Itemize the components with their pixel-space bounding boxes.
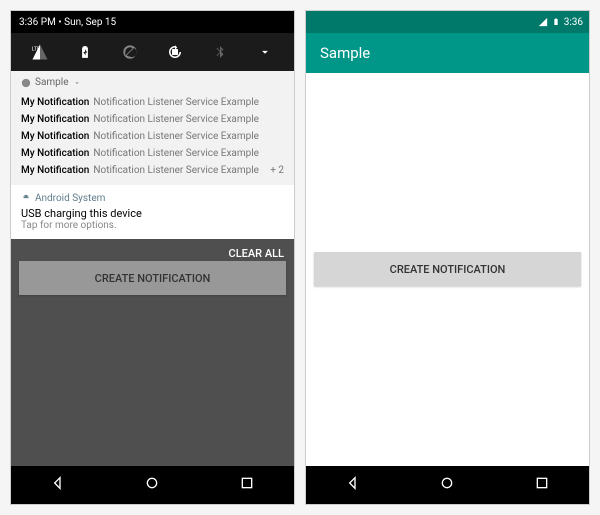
clear-all-button[interactable]: CLEAR ALL [229, 247, 284, 260]
back-icon[interactable] [345, 475, 361, 495]
status-time-right: 3:36 [564, 17, 583, 28]
rotate-icon[interactable] [161, 43, 189, 61]
notif-group-header[interactable]: Sample [11, 71, 294, 94]
nav-bar-left [11, 466, 294, 504]
chevron-down-icon [73, 79, 81, 87]
notif-body: Notification Listener Service Example [93, 165, 259, 176]
chevron-down-icon[interactable] [251, 45, 279, 59]
create-notification-button[interactable]: CREATE NOTIFICATION [314, 252, 581, 286]
home-icon[interactable] [144, 475, 160, 495]
system-notif-title: USB charging this device [21, 207, 284, 220]
app-bar: Sample [306, 33, 589, 73]
notif-body: Notification Listener Service Example [93, 131, 259, 142]
notification-shade: Sample My Notification Notification List… [11, 71, 294, 239]
phone-left: 3:36 PM • Sun, Sep 15 LTE Sample My Noti… [10, 10, 295, 505]
statusbar-left: 3:36 PM • Sun, Sep 15 [11, 11, 294, 33]
system-source: Android System [35, 193, 105, 204]
notification-row[interactable]: My Notification Notification Listener Se… [11, 94, 294, 111]
notif-body: Notification Listener Service Example [93, 148, 259, 159]
notif-title: My Notification [21, 165, 89, 176]
system-notif-sub: Tap for more options. [21, 220, 284, 231]
notification-row[interactable]: My Notification Notification Listener Se… [11, 111, 294, 128]
android-icon [21, 194, 31, 204]
recents-icon[interactable] [239, 475, 255, 495]
app-body: CREATE NOTIFICATION [306, 73, 589, 466]
create-notification-button[interactable]: CREATE NOTIFICATION [19, 261, 286, 295]
signal-icon [538, 17, 548, 27]
shade-scrim: CLEAR ALL CREATE NOTIFICATION [11, 239, 294, 466]
battery-icon [552, 16, 560, 28]
status-dot: • [58, 17, 61, 28]
app-title: Sample [320, 44, 370, 62]
battery-charging-icon[interactable] [71, 43, 99, 61]
notification-row[interactable]: My Notification Notification Listener Se… [11, 162, 294, 179]
system-notification[interactable]: Android System USB charging this device … [11, 185, 294, 239]
notif-title: My Notification [21, 148, 89, 159]
notif-title: My Notification [21, 131, 89, 142]
notif-body: Notification Listener Service Example [93, 114, 259, 125]
notif-title: My Notification [21, 114, 89, 125]
notif-body: Notification Listener Service Example [93, 97, 259, 108]
status-date: Sun, Sep 15 [64, 17, 116, 28]
recents-icon[interactable] [534, 475, 550, 495]
notification-row[interactable]: My Notification Notification Listener Se… [11, 128, 294, 145]
notification-row[interactable]: My Notification Notification Listener Se… [11, 145, 294, 162]
dnd-off-icon[interactable] [116, 44, 144, 60]
quick-settings-row: LTE [11, 33, 294, 71]
signal-lte-icon[interactable]: LTE [26, 43, 54, 61]
notif-app-name: Sample [35, 77, 69, 88]
notif-title: My Notification [21, 97, 89, 108]
svg-text:LTE: LTE [31, 47, 39, 53]
phone-right: 3:36 Sample CREATE NOTIFICATION [305, 10, 590, 505]
back-icon[interactable] [50, 475, 66, 495]
bluetooth-off-icon[interactable] [206, 43, 234, 61]
home-icon[interactable] [439, 475, 455, 495]
status-time: 3:36 PM [19, 17, 56, 28]
app-small-icon [21, 78, 31, 88]
statusbar-right: 3:36 [306, 11, 589, 33]
notif-overflow-count: + 2 [270, 165, 284, 176]
nav-bar-right [306, 466, 589, 504]
